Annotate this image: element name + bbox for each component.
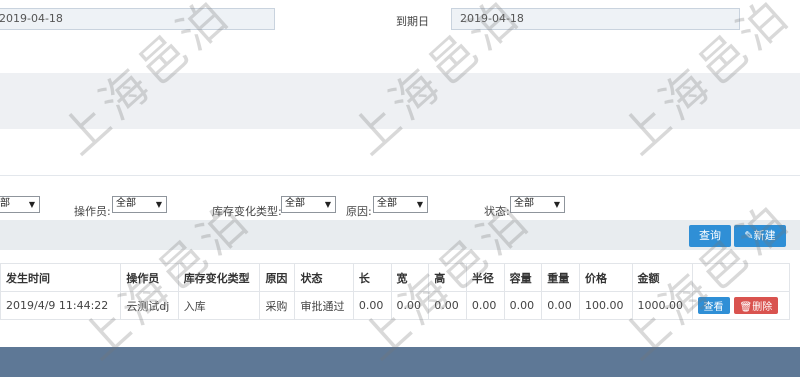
dropdown-caret-icon: ▼ [155,200,162,209]
view-button[interactable]: 查看 [697,297,730,314]
change-type-select[interactable]: 全部 ▼ [281,196,336,213]
reason-label: 原因: [346,205,372,218]
dropdown-caret-icon: ▼ [324,200,331,209]
dropdown-caret-icon: ▼ [28,200,35,209]
column-header: 价格 [578,263,633,292]
cell-height: 0.00 [428,291,467,320]
cell-reason: 采购 [259,291,296,320]
due-date-value: 2019-04-18 [460,12,524,25]
column-header: 操作员 [120,263,179,292]
cell-change-type: 入库 [177,291,261,320]
start-date-field[interactable]: 2019-04-18 [0,8,275,30]
cell-time: 2019/4/9 11:44:22 [0,291,122,320]
table-header-row: 发生时间 操作员 库存变化类型 原因 状态 长 宽 高 半径 容量 重量 价格 … [0,263,791,292]
footer-bar [0,347,800,377]
due-date-label: 到期日 [396,15,429,28]
delete-button[interactable]: 🗑删除 [733,297,779,314]
cell-capacity: 0.00 [503,291,543,320]
due-date-field[interactable]: 2019-04-18 [451,8,740,30]
divider [0,175,800,176]
column-header: 重量 [541,263,580,292]
column-header [691,263,791,292]
column-header: 容量 [503,263,543,292]
column-header: 原因 [259,263,296,292]
cell-width: 0.00 [390,291,430,320]
column-header: 半径 [465,263,505,292]
start-date-value: 2019-04-18 [0,12,63,25]
operator-select[interactable]: 全部 ▼ [112,196,167,213]
column-header: 金额 [631,263,693,292]
table-row: 2019/4/9 11:44:22 云测试dj 入库 采购 审批通过 0.00 … [0,291,791,320]
cell-radius: 0.00 [465,291,505,320]
cell-actions: 查看 🗑删除 [691,291,791,320]
cell-length: 0.00 [352,291,392,320]
cell-price: 100.00 [578,291,633,320]
column-header: 宽 [390,263,430,292]
column-header: 长 [352,263,392,292]
first-filter-select[interactable]: 部 ▼ [0,196,40,213]
cell-operator: 云测试dj [120,291,179,320]
column-header: 状态 [294,263,354,292]
status-label: 状态: [484,205,510,218]
operator-label: 操作员: [74,205,111,218]
column-header: 发生时间 [0,263,122,292]
new-button[interactable]: ✎新建 [734,225,786,247]
section-band [0,73,800,129]
reason-select[interactable]: 全部 ▼ [373,196,428,213]
query-button[interactable]: 查询 [689,225,731,247]
trash-icon: 🗑 [739,302,753,313]
dropdown-caret-icon: ▼ [553,200,560,209]
cell-status: 审批通过 [294,291,354,320]
column-header: 高 [428,263,467,292]
pencil-icon: ✎ [744,229,754,242]
cell-amount: 1000.00 [631,291,693,320]
column-header: 库存变化类型 [177,263,261,292]
dropdown-caret-icon: ▼ [416,200,423,209]
inventory-table: 发生时间 操作员 库存变化类型 原因 状态 长 宽 高 半径 容量 重量 价格 … [0,263,791,320]
cell-weight: 0.00 [541,291,580,320]
status-select[interactable]: 全部 ▼ [510,196,565,213]
action-toolbar [0,220,800,250]
change-type-label: 库存变化类型: [212,205,282,218]
